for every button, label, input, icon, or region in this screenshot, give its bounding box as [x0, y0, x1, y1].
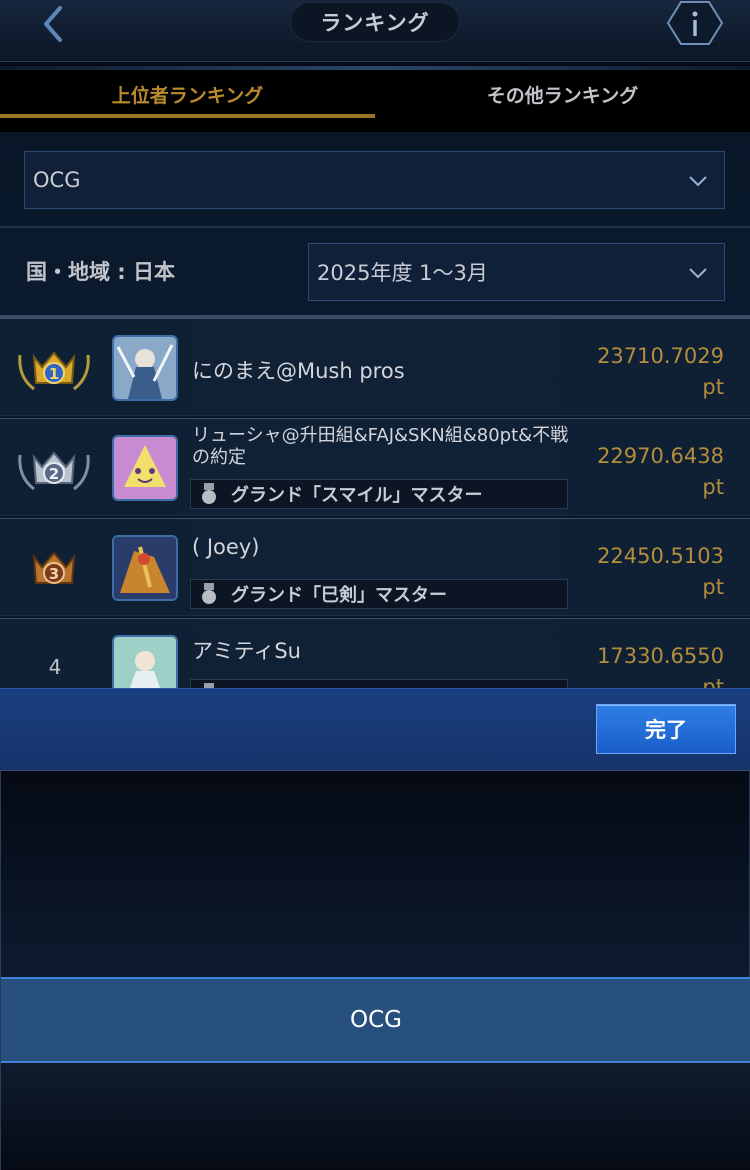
option-picker-wheel[interactable]: OCG [0, 770, 750, 1170]
avatar[interactable] [112, 335, 178, 401]
points-unit: pt [702, 475, 724, 499]
player-avatar-image [114, 437, 176, 499]
player-name: アミティSu [192, 639, 301, 663]
player-name: リューシャ@升田組&FAJ&SKN組&80pt&不戦の約定 [192, 425, 569, 468]
chevron-left-icon[interactable] [34, 4, 74, 44]
bronze-crown-icon: 3 [32, 551, 76, 584]
player-title: グランド「巳剣」マスター [231, 585, 447, 606]
player-points: 23710.7029 pt [597, 341, 724, 403]
period-select[interactable]: 2025年度 1〜3月 [308, 243, 725, 301]
picker-option-selected[interactable]: OCG [1, 977, 750, 1063]
player-name: ( Joey) [192, 535, 260, 559]
filter-divider [0, 226, 750, 228]
player-avatar-image [114, 537, 176, 599]
tab-top-ranking[interactable]: 上位者ランキング [0, 70, 375, 118]
format-select[interactable]: OCG [24, 151, 725, 209]
points-value: 23710.7029 [597, 344, 724, 368]
points-value: 22970.6438 [597, 444, 724, 468]
points-unit: pt [702, 375, 724, 399]
player-points: 22970.6438 pt [597, 441, 724, 503]
player-avatar-image [114, 337, 176, 399]
chevron-down-icon [689, 268, 707, 279]
ranking-row[interactable]: 2 リューシャ@升田組&FAJ&SKN組&80pt&不戦の約定 グランド「スマイ… [0, 418, 750, 516]
chevron-down-icon [689, 176, 707, 187]
medal-icon [202, 583, 216, 604]
player-title-badge [190, 679, 568, 688]
points-unit: pt [702, 675, 724, 688]
player-title-badge: グランド「巳剣」マスター [190, 579, 568, 609]
rank-number: 3 [49, 565, 59, 583]
medal-icon [202, 483, 216, 504]
format-select-value: OCG [33, 168, 81, 192]
region-label: 国・地域 : 日本 [26, 260, 176, 284]
picker-toolbar: 完了 [0, 688, 750, 770]
player-title: グランド「スマイル」マスター [231, 485, 483, 506]
ranking-row[interactable]: 1 にのまえ@Mush pros 23710.7029 pt [0, 318, 750, 416]
ranking-tabs: 上位者ランキング その他ランキング [0, 70, 750, 132]
rank-number: 2 [49, 465, 59, 483]
filter-panel: OCG 国・地域 : 日本 2025年度 1〜3月 [0, 132, 750, 318]
tab-other-ranking[interactable]: その他ランキング [375, 70, 750, 118]
avatar[interactable] [112, 535, 178, 601]
player-avatar-image [114, 637, 176, 688]
avatar[interactable] [112, 435, 178, 501]
points-value: 17330.6550 [597, 644, 724, 668]
done-button[interactable]: 完了 [596, 704, 736, 754]
avatar[interactable] [112, 635, 178, 688]
page-title: ランキング [290, 2, 460, 42]
rank-number: 1 [49, 365, 59, 383]
picker-fade [1, 1063, 750, 1170]
active-tab-indicator [0, 114, 375, 118]
points-unit: pt [702, 575, 724, 599]
info-hexagon-icon[interactable] [666, 0, 724, 46]
points-value: 22450.5103 [597, 544, 724, 568]
player-name: にのまえ@Mush pros [192, 359, 405, 383]
rank-number: 4 [48, 655, 62, 679]
gold-crown-icon: 1 [18, 351, 90, 391]
silver-crown-icon: 2 [18, 451, 90, 491]
top-bar: ランキング [0, 0, 750, 62]
player-points: 22450.5103 pt [597, 541, 724, 603]
period-select-value: 2025年度 1〜3月 [317, 261, 488, 285]
ranking-row[interactable]: 4 アミティSu 17330.6550 pt [0, 618, 750, 688]
ranking-row[interactable]: 3 ( Joey) グランド「巳剣」マスター 22450.5103 pt [0, 518, 750, 616]
ranking-list[interactable]: 1 にのまえ@Mush pros 23710.7029 pt 2 リューシャ@升… [0, 318, 750, 688]
player-points: 17330.6550 pt [597, 641, 724, 688]
player-title-badge: グランド「スマイル」マスター [190, 479, 568, 509]
